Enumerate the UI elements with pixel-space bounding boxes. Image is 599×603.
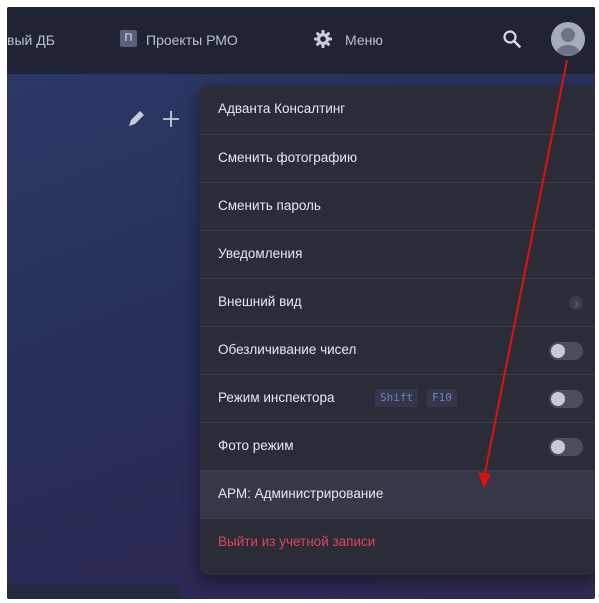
menu-item-change-password[interactable]: Сменить пароль: [200, 182, 595, 230]
menu-item-organization[interactable]: Адванта Консалтинг: [200, 86, 595, 134]
menu-item-label: Режим инспектора: [218, 390, 335, 405]
shortcut-key-f10: F10: [427, 389, 457, 407]
app-window: вый ДБ П Проекты РМО Меню Адванта Консал…: [7, 7, 595, 599]
menu-item-notifications[interactable]: Уведомления: [200, 230, 595, 278]
toggle-knob: [551, 344, 565, 358]
menu-item-label: Обезличивание чисел: [218, 342, 357, 357]
nav-item-partial[interactable]: вый ДБ: [7, 32, 55, 48]
toggle-knob: [551, 440, 565, 454]
toggle-knob: [551, 392, 565, 406]
menu-item-photo-mode[interactable]: Фото режим: [200, 422, 595, 470]
gear-icon[interactable]: [313, 29, 333, 49]
plus-icon[interactable]: [163, 111, 179, 127]
user-silhouette-icon: [556, 28, 580, 56]
bottom-panel: [7, 585, 181, 599]
pencil-icon[interactable]: [129, 111, 144, 126]
projects-icon: П: [120, 30, 137, 47]
menu-item-label: АРМ: Администрирование: [218, 486, 384, 501]
top-navigation-bar: вый ДБ П Проекты РМО Меню: [7, 7, 595, 74]
menu-item-label: Адванта Консалтинг: [218, 101, 346, 116]
menu-item-appearance[interactable]: Внешний вид: [200, 278, 595, 326]
edit-tools: [129, 111, 179, 127]
inspector-mode-toggle[interactable]: [549, 390, 583, 408]
nav-item-projects[interactable]: Проекты РМО: [146, 32, 238, 48]
menu-item-logout[interactable]: Выйти из учетной записи: [200, 518, 595, 566]
anonymize-numbers-toggle[interactable]: [549, 342, 583, 360]
menu-item-label: Сменить пароль: [218, 198, 321, 213]
menu-item-label: Внешний вид: [218, 294, 302, 309]
menu-item-label: Фото режим: [218, 438, 294, 453]
menu-item-label: Сменить фотографию: [218, 150, 358, 165]
menu-item-label: Выйти из учетной записи: [218, 534, 376, 549]
nav-item-menu[interactable]: Меню: [345, 32, 383, 48]
user-dropdown-menu: Адванта Консалтинг Сменить фотографию См…: [200, 86, 595, 575]
menu-item-inspector-mode[interactable]: Режим инспектора Shift F10: [200, 374, 595, 422]
chevron-right-icon: [569, 296, 583, 310]
menu-item-change-photo[interactable]: Сменить фотографию: [200, 134, 595, 182]
menu-item-label: Уведомления: [218, 246, 303, 261]
photo-mode-toggle[interactable]: [549, 438, 583, 456]
menu-item-anonymize-numbers[interactable]: Обезличивание чисел: [200, 326, 595, 374]
user-avatar[interactable]: [551, 22, 585, 56]
shortcut-key-shift: Shift: [375, 389, 419, 407]
search-icon[interactable]: [502, 29, 522, 49]
menu-item-admin-workstation[interactable]: АРМ: Администрирование: [200, 470, 595, 518]
